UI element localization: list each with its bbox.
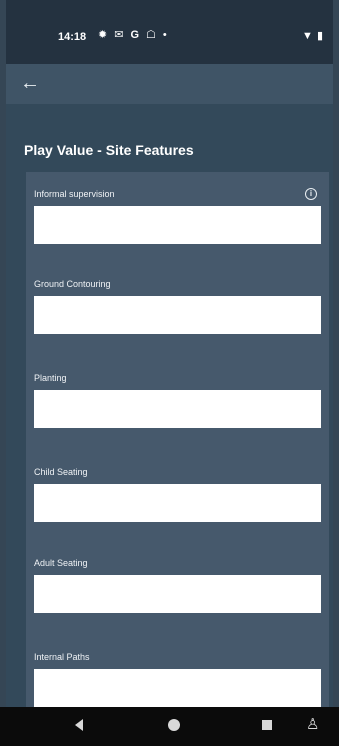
form-content: Play Value - Site Features Informal supe… xyxy=(6,104,333,707)
field-label: Internal Paths xyxy=(34,652,90,662)
ground-contouring-input[interactable] xyxy=(34,296,321,334)
back-arrow-icon[interactable]: ← xyxy=(20,72,44,96)
site-features-panel: Informal supervision i Ground Contouring… xyxy=(26,172,329,707)
system-nav-bar: ♙ xyxy=(0,707,339,746)
field-child-seating: Child Seating xyxy=(34,464,321,522)
status-notification-icons: ✹ ✉ G ☖ • xyxy=(98,29,167,42)
google-icon: G xyxy=(130,29,139,41)
back-triangle-icon[interactable] xyxy=(75,719,83,731)
field-ground-contouring: Ground Contouring xyxy=(34,276,321,334)
field-label: Informal supervision xyxy=(34,189,115,199)
dot-icon: • xyxy=(162,29,167,41)
planting-input[interactable] xyxy=(34,390,321,428)
app-bar: ← xyxy=(6,64,333,104)
child-seating-input[interactable] xyxy=(34,484,321,522)
field-informal-supervision: Informal supervision i xyxy=(34,186,321,244)
field-planting: Planting xyxy=(34,370,321,428)
field-label: Planting xyxy=(34,373,67,383)
page-title: Play Value - Site Features xyxy=(24,142,194,158)
accessibility-icon[interactable]: ♙ xyxy=(306,715,319,735)
internal-paths-input[interactable] xyxy=(34,669,321,707)
battery-icon: ▮ xyxy=(316,30,323,42)
gear-icon: ✹ xyxy=(98,29,108,41)
wifi-icon: ▼ xyxy=(302,30,313,42)
adult-seating-input[interactable] xyxy=(34,575,321,613)
status-time: 14:18 xyxy=(58,31,87,43)
field-label: Adult Seating xyxy=(34,558,88,568)
status-system-icons: ▼ ▮ xyxy=(302,30,323,43)
field-label: Ground Contouring xyxy=(34,279,111,289)
phone-screen: 14:18 ✹ ✉ G ☖ • ▼ ▮ ← Play Value - Site … xyxy=(6,0,333,746)
field-internal-paths: Internal Paths xyxy=(34,649,321,707)
info-icon[interactable]: i xyxy=(305,188,317,200)
home-circle-icon[interactable] xyxy=(168,719,180,731)
recents-square-icon[interactable] xyxy=(262,720,272,730)
field-label: Child Seating xyxy=(34,467,88,477)
message-icon: ✉ xyxy=(114,29,124,41)
field-adult-seating: Adult Seating xyxy=(34,555,321,613)
status-bar: 14:18 ✹ ✉ G ☖ • ▼ ▮ xyxy=(6,0,333,64)
informal-supervision-input[interactable] xyxy=(34,206,321,244)
android-icon: ☖ xyxy=(146,29,156,41)
